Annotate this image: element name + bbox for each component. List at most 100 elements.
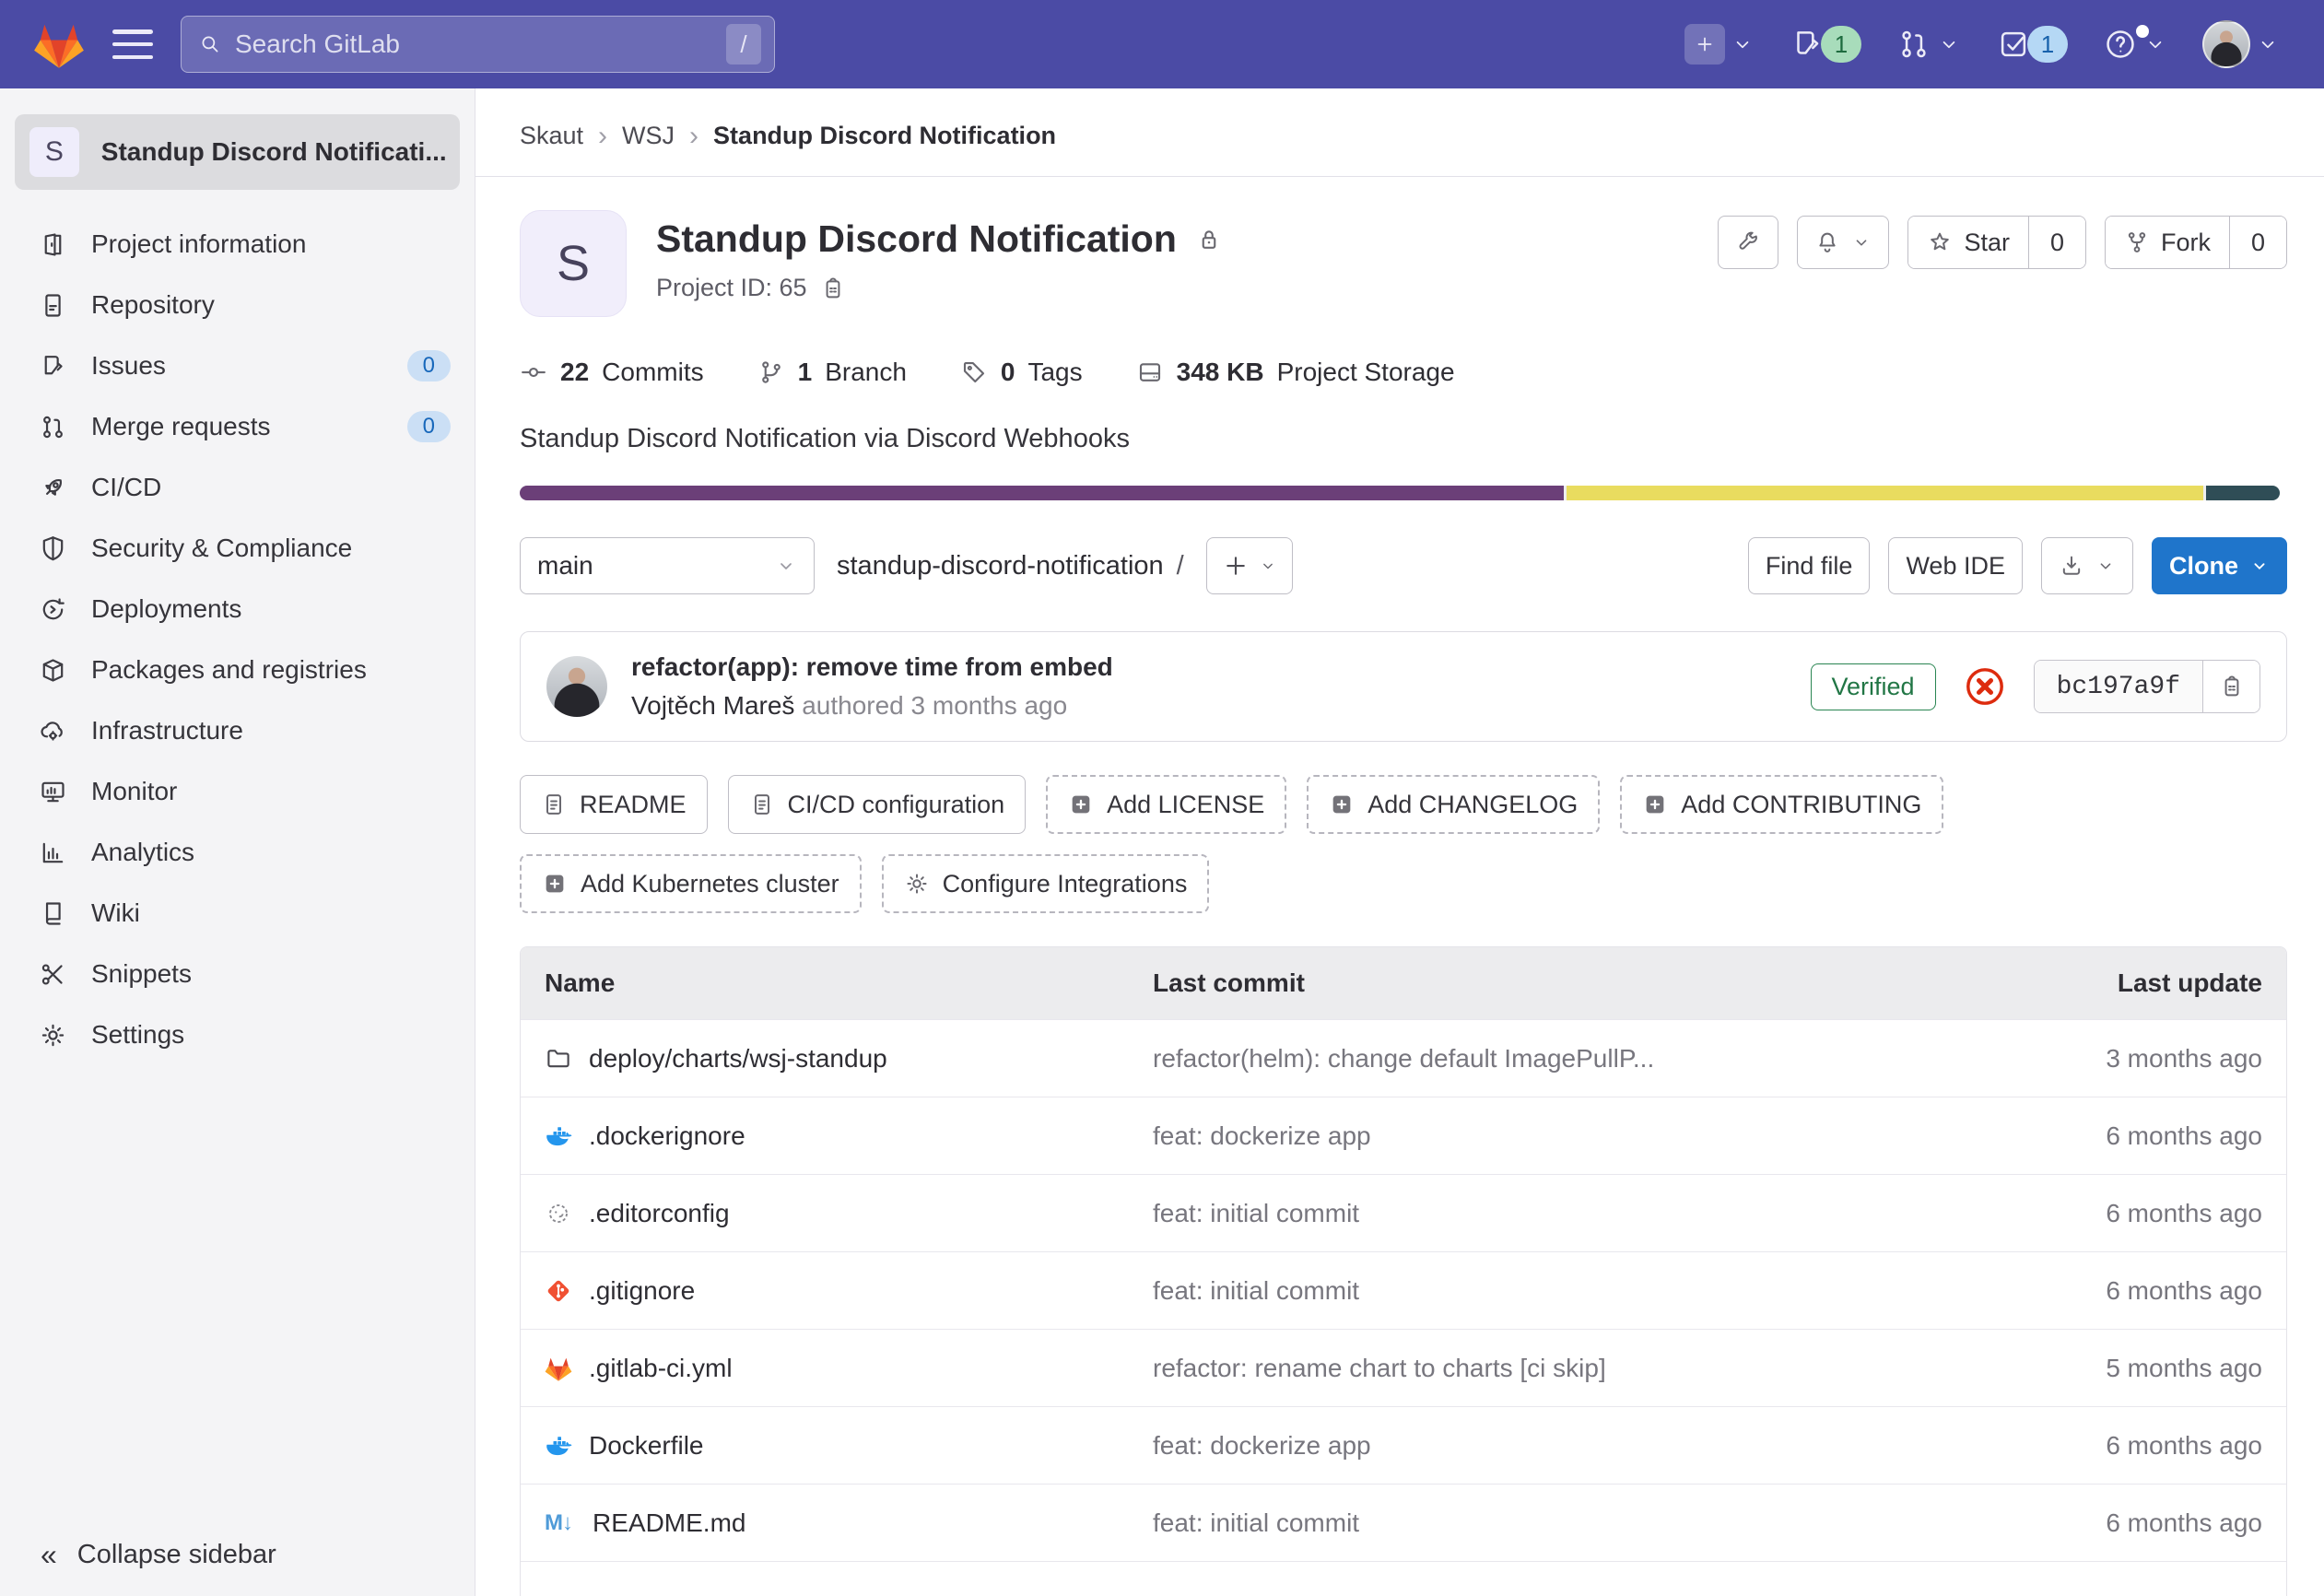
- gitlab-logo-icon[interactable]: [33, 20, 85, 68]
- sidebar-item-security-compliance[interactable]: Security & Compliance: [0, 518, 475, 579]
- branch-selector[interactable]: main: [520, 537, 815, 594]
- plus-square-icon: [1329, 792, 1355, 817]
- breadcrumb-separator: ›: [598, 123, 607, 150]
- issues-nav-button[interactable]: 1: [1790, 26, 1861, 63]
- sidebar-item-analytics[interactable]: Analytics: [0, 822, 475, 883]
- sidebar-item-wiki[interactable]: Wiki: [0, 883, 475, 944]
- fork-button[interactable]: Fork 0: [2105, 216, 2287, 269]
- admin-wrench-button[interactable]: [1718, 216, 1778, 269]
- table-row: .gitlab-ci.yml refactor: rename chart to…: [521, 1329, 2286, 1406]
- sidebar-item-issues[interactable]: Issues 0: [0, 335, 475, 396]
- tag-icon: [960, 358, 988, 386]
- find-file-button[interactable]: Find file: [1748, 537, 1871, 594]
- commits-stat[interactable]: 22Commits: [520, 358, 704, 387]
- folder-icon: [545, 1045, 572, 1073]
- quick-actions: README CI/CD configuration Add LICENSE A…: [475, 742, 2309, 913]
- languages-bar[interactable]: [520, 486, 2280, 500]
- file-link[interactable]: M↓ README.md: [545, 1508, 1153, 1538]
- web-ide-button[interactable]: Web IDE: [1888, 537, 2023, 594]
- top-navbar: Search GitLab / 1 1: [0, 0, 2324, 88]
- sidebar-item-cicd[interactable]: CI/CD: [0, 457, 475, 518]
- star-count[interactable]: 0: [2028, 217, 2085, 268]
- search-placeholder: Search GitLab: [235, 29, 713, 59]
- table-row: .dockerignore feat: dockerize app 6 mont…: [521, 1097, 2286, 1174]
- sidebar-item-label: Infrastructure: [91, 716, 243, 745]
- project-avatar: S: [520, 210, 627, 317]
- commit-message-link[interactable]: feat: dockerize app: [1153, 1431, 1958, 1461]
- new-menu-button[interactable]: [1684, 24, 1755, 65]
- commit-message-link[interactable]: feat: dockerize app: [1153, 1121, 1958, 1151]
- commit-message-link[interactable]: refactor(helm): change default ImagePull…: [1153, 1044, 1958, 1074]
- menu-hamburger-icon[interactable]: [112, 29, 153, 59]
- fork-count[interactable]: 0: [2229, 217, 2286, 268]
- sidebar-item-repository[interactable]: Repository: [0, 275, 475, 335]
- column-header-last-update: Last update: [1958, 968, 2262, 998]
- project-info-icon: [39, 230, 67, 259]
- sidebar-item-snippets[interactable]: Snippets: [0, 944, 475, 1004]
- file-link[interactable]: deploy/charts/wsj-standup: [545, 1044, 1153, 1074]
- repository-icon: [39, 291, 67, 320]
- collapse-sidebar-button[interactable]: « Collapse sidebar: [41, 1538, 276, 1572]
- table-row-partial: [521, 1561, 2286, 1596]
- breadcrumb-group-link[interactable]: Skaut: [520, 122, 583, 150]
- help-menu-button[interactable]: [2103, 27, 2167, 62]
- clone-button[interactable]: Clone: [2152, 537, 2287, 594]
- language-segment: [2206, 486, 2280, 500]
- file-link[interactable]: Dockerfile: [545, 1431, 1153, 1461]
- star-button[interactable]: Star 0: [1907, 216, 2086, 269]
- breadcrumb-subgroup-link[interactable]: WSJ: [622, 122, 675, 150]
- sidebar-item-project-information[interactable]: Project information: [0, 214, 475, 275]
- sidebar-item-monitor[interactable]: Monitor: [0, 761, 475, 822]
- repo-path-root[interactable]: standup-discord-notification: [837, 551, 1164, 581]
- sidebar-item-settings[interactable]: Settings: [0, 1004, 475, 1065]
- commit-title-link[interactable]: refactor(app): remove time from embed: [631, 652, 1113, 682]
- commit-message-link[interactable]: feat: initial commit: [1153, 1508, 1958, 1538]
- file-link[interactable]: .gitlab-ci.yml: [545, 1354, 1153, 1383]
- issues-icon: [39, 352, 67, 381]
- copy-sha-button[interactable]: [2202, 661, 2259, 712]
- gitlab-icon: [545, 1355, 572, 1382]
- branches-stat[interactable]: 1Branch: [757, 358, 907, 387]
- sidebar-item-merge-requests[interactable]: Merge requests 0: [0, 396, 475, 457]
- sidebar-item-packages-registries[interactable]: Packages and registries: [0, 640, 475, 700]
- commit-author-name[interactable]: Vojtěch Mareš: [631, 691, 794, 720]
- commit-author-avatar[interactable]: [546, 656, 607, 717]
- verified-badge[interactable]: Verified: [1811, 663, 1936, 710]
- add-changelog-button[interactable]: Add CHANGELOG: [1307, 775, 1600, 834]
- add-kubernetes-cluster-button[interactable]: Add Kubernetes cluster: [520, 854, 862, 913]
- file-link[interactable]: .dockerignore: [545, 1121, 1153, 1151]
- add-contributing-button[interactable]: Add CONTRIBUTING: [1620, 775, 1943, 834]
- readme-button[interactable]: README: [520, 775, 708, 834]
- search-input[interactable]: Search GitLab /: [181, 16, 775, 73]
- storage-stat[interactable]: 348 KBProject Storage: [1136, 358, 1455, 387]
- merge-requests-nav-button[interactable]: [1896, 27, 1961, 62]
- last-update: 6 months ago: [1958, 1276, 2262, 1306]
- sidebar-item-label: Packages and registries: [91, 655, 367, 685]
- user-menu-button[interactable]: [2202, 20, 2280, 68]
- notifications-button[interactable]: [1797, 216, 1889, 269]
- todos-nav-button[interactable]: 1: [1996, 26, 2068, 63]
- last-commit-box: refactor(app): remove time from embed Vo…: [520, 631, 2287, 742]
- add-file-button[interactable]: [1206, 537, 1293, 594]
- merge-request-icon: [1896, 27, 1931, 62]
- table-row: .editorconfig feat: initial commit 6 mon…: [521, 1174, 2286, 1251]
- last-update: 6 months ago: [1958, 1199, 2262, 1228]
- configure-integrations-button[interactable]: Configure Integrations: [882, 854, 1210, 913]
- download-button[interactable]: [2041, 537, 2133, 594]
- cicd-configuration-button[interactable]: CI/CD configuration: [728, 775, 1027, 834]
- language-segment: [520, 486, 1564, 500]
- add-license-button[interactable]: Add LICENSE: [1046, 775, 1286, 834]
- commit-message-link[interactable]: feat: initial commit: [1153, 1276, 1958, 1306]
- sidebar-item-deployments[interactable]: Deployments: [0, 579, 475, 640]
- copy-project-id-icon[interactable]: [820, 276, 846, 301]
- sidebar-project-header[interactable]: S Standup Discord Notificati...: [15, 114, 460, 190]
- project-stats: 22Commits 1Branch 0Tags 348 KBProject St…: [475, 317, 2324, 387]
- commit-message-link[interactable]: refactor: rename chart to charts [ci ski…: [1153, 1354, 1958, 1383]
- sidebar-item-infrastructure[interactable]: Infrastructure: [0, 700, 475, 761]
- file-link[interactable]: .gitignore: [545, 1276, 1153, 1306]
- tags-stat[interactable]: 0Tags: [960, 358, 1083, 387]
- commit-message-link[interactable]: feat: initial commit: [1153, 1199, 1958, 1228]
- star-icon: [1927, 229, 1953, 255]
- pipeline-failed-icon[interactable]: [1964, 665, 2006, 708]
- file-link[interactable]: .editorconfig: [545, 1199, 1153, 1228]
